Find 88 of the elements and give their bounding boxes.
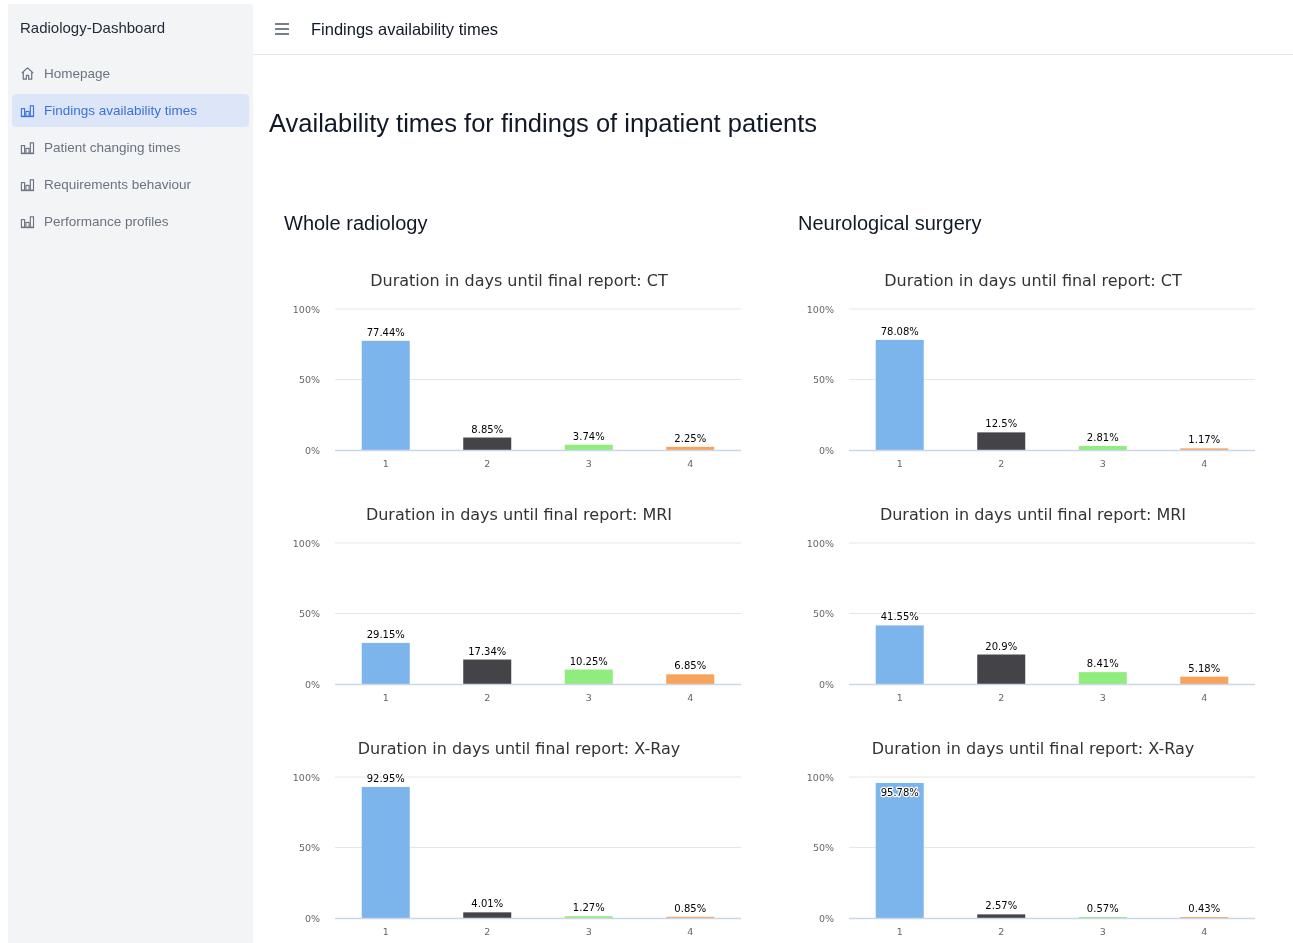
axis-category-label: 2 xyxy=(998,692,1005,703)
data-label: 95.78% xyxy=(880,786,919,798)
axis-category-label: 2 xyxy=(998,926,1005,937)
section-title: Whole radiology xyxy=(284,211,429,236)
axis-tick-label: 50% xyxy=(298,374,320,385)
page-title: Availability times for findings of inpatient patients xyxy=(269,108,819,139)
axis-tick-label: 100% xyxy=(806,303,834,315)
data-label: 1.17% xyxy=(1188,434,1221,446)
chart-title: Duration in days until final report: MRI xyxy=(364,504,674,526)
data-label: 2.57% xyxy=(985,900,1018,912)
sidebar-item[interactable]: Findings availability times xyxy=(12,94,249,127)
data-label: 3.74% xyxy=(572,430,605,442)
axis-category-label: 3 xyxy=(585,458,592,469)
bar-chart-icon xyxy=(20,214,35,229)
chart-title: Duration in days until final report: X-Ray xyxy=(870,738,1196,760)
axis-category-label: 2 xyxy=(484,926,491,937)
data-label: 17.34% xyxy=(468,645,507,657)
axis-category-label: 3 xyxy=(1099,926,1106,937)
axis-tick-label: 50% xyxy=(812,608,834,619)
data-label: 77.44% xyxy=(366,326,405,338)
data-label: 10.25% xyxy=(569,655,608,667)
axis-category-label: 4 xyxy=(687,926,694,937)
data-label: 78.08% xyxy=(880,325,919,337)
axis-category-label: 3 xyxy=(585,692,592,703)
axis-category-label: 1 xyxy=(382,926,389,937)
axis-category-label: 4 xyxy=(1201,926,1208,937)
axis-category-label: 4 xyxy=(687,692,694,703)
data-label: 41.55% xyxy=(880,611,919,623)
data-label: 0.57% xyxy=(1086,903,1119,915)
app-title: Radiology-Dashboard xyxy=(19,18,167,38)
chart-title: Duration in days until final report: CT xyxy=(883,270,1183,292)
axis-category-label: 3 xyxy=(1099,692,1106,703)
menu-icon[interactable] xyxy=(274,22,290,36)
data-label: 2.25% xyxy=(674,432,707,444)
axis-tick-label: 100% xyxy=(292,771,320,783)
axis-category-label: 3 xyxy=(1099,458,1106,469)
axis-tick-label: 0% xyxy=(304,678,320,690)
axis-category-label: 1 xyxy=(382,692,389,703)
axis-tick-label: 0% xyxy=(304,444,320,456)
data-label: 5.18% xyxy=(1188,662,1221,674)
axis-tick-label: 50% xyxy=(298,842,320,853)
chart-title: Duration in days until final report: CT xyxy=(369,270,669,292)
axis-category-label: 2 xyxy=(484,692,491,703)
data-label: 92.95% xyxy=(366,772,405,784)
data-label: 0.85% xyxy=(674,902,707,914)
axis-category-label: 1 xyxy=(896,692,903,703)
data-label: 29.15% xyxy=(366,628,405,640)
sidebar-item[interactable]: Requirements behaviour xyxy=(12,168,249,201)
axis-tick-label: 50% xyxy=(812,842,834,853)
section-title: Neurological surgery xyxy=(798,211,983,236)
axis-category-label: 3 xyxy=(585,926,592,937)
data-label: 2.81% xyxy=(1086,432,1119,444)
data-label: 8.85% xyxy=(471,423,504,435)
axis-tick-label: 0% xyxy=(818,678,834,690)
axis-tick-label: 100% xyxy=(806,537,834,549)
data-label: 8.41% xyxy=(1086,658,1119,670)
axis-category-label: 1 xyxy=(896,926,903,937)
axis-tick-label: 50% xyxy=(298,608,320,619)
bar-chart-icon xyxy=(20,103,35,118)
sidebar-item[interactable]: Performance profiles xyxy=(12,205,249,238)
data-label: 12.5% xyxy=(985,418,1018,430)
data-label: 1.27% xyxy=(572,902,605,914)
data-label: 0.43% xyxy=(1188,903,1221,915)
axis-category-label: 4 xyxy=(1201,458,1208,469)
axis-category-label: 2 xyxy=(484,458,491,469)
axis-tick-label: 100% xyxy=(292,303,320,315)
chart-title: Duration in days until final report: MRI xyxy=(878,504,1188,526)
bar-chart-icon xyxy=(20,140,35,155)
axis-tick-label: 50% xyxy=(812,374,834,385)
axis-category-label: 4 xyxy=(1201,692,1208,703)
data-label: 6.85% xyxy=(674,660,707,672)
home-icon xyxy=(20,66,35,81)
sidebar-item[interactable]: Patient changing times xyxy=(12,131,249,164)
data-label: 20.9% xyxy=(985,640,1018,652)
axis-tick-label: 100% xyxy=(292,537,320,549)
chart-title: Duration in days until final report: X-Ray xyxy=(356,738,682,760)
axis-category-label: 2 xyxy=(998,458,1005,469)
axis-category-label: 4 xyxy=(687,458,694,469)
axis-tick-label: 0% xyxy=(818,912,834,924)
sidebar-item[interactable]: Homepage xyxy=(12,57,249,90)
axis-category-label: 1 xyxy=(896,458,903,469)
axis-tick-label: 0% xyxy=(818,444,834,456)
axis-category-label: 1 xyxy=(382,458,389,469)
axis-tick-label: 0% xyxy=(304,912,320,924)
data-label: 4.01% xyxy=(471,898,504,910)
axis-tick-label: 100% xyxy=(806,771,834,783)
bar-chart-icon xyxy=(20,177,35,192)
header-title: Findings availability times xyxy=(311,19,499,39)
